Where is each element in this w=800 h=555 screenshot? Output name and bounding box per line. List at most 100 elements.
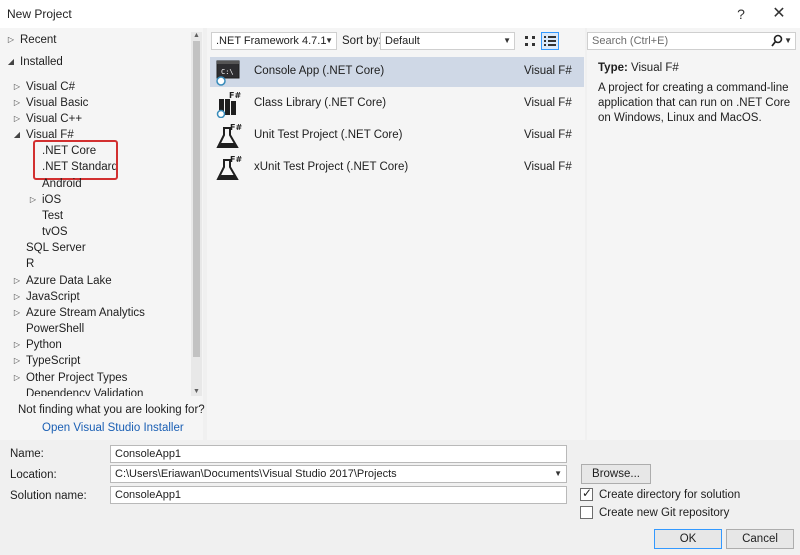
scrollbar-thumb[interactable]	[193, 41, 200, 357]
tree-item-net-core[interactable]: .NET Core	[42, 143, 96, 159]
location-value: C:\Users\Eriawan\Documents\Visual Studio…	[115, 468, 397, 480]
tree-item-azure-stream-analytics[interactable]: ▷ Azure Stream Analytics	[14, 305, 145, 321]
tree-item-python[interactable]: ▷ Python	[14, 337, 62, 353]
template-search-input[interactable]: Search (Ctrl+E) ▼	[587, 32, 796, 50]
chevron-down-icon: ▼	[325, 36, 333, 45]
type-value: Visual F#	[631, 62, 679, 74]
tree-item-label: Dependency Validation	[26, 388, 144, 396]
svg-text:F#: F#	[230, 123, 242, 132]
expand-arrow-icon[interactable]: ▷	[28, 192, 38, 208]
create-git-checkbox[interactable]	[580, 506, 593, 519]
cancel-button[interactable]: Cancel	[726, 529, 794, 549]
svg-text:F#: F#	[229, 91, 241, 100]
collapse-arrow-icon[interactable]: ◢	[6, 54, 16, 70]
unit-test-flask-icon: F#	[216, 123, 242, 148]
template-language: Visual F#	[524, 129, 572, 141]
tree-item-javascript[interactable]: ▷ JavaScript	[14, 289, 80, 305]
expand-arrow-icon[interactable]: ▷	[12, 370, 22, 386]
expand-arrow-icon[interactable]: ▷	[12, 273, 22, 289]
tree-item-label: Visual F#	[26, 129, 74, 141]
tree-item-other-project-types[interactable]: ▷ Other Project Types	[14, 370, 128, 386]
not-finding-text: Not finding what you are looking for?	[18, 404, 205, 416]
window-title: New Project	[7, 7, 72, 21]
expand-arrow-icon[interactable]: ▷	[12, 337, 22, 353]
expand-arrow-icon[interactable]: ▷	[12, 95, 22, 111]
ok-button[interactable]: OK	[654, 529, 722, 549]
tree-item-test[interactable]: Test	[42, 208, 63, 224]
tree-item-typescript[interactable]: ▷ TypeScript	[14, 353, 80, 369]
tree-item-visual-cpp[interactable]: ▷ Visual C++	[14, 111, 82, 127]
tree-item-installed[interactable]: ◢ Installed	[8, 54, 63, 70]
tree-item-label: Azure Data Lake	[26, 275, 112, 287]
chevron-down-icon[interactable]: ▼	[784, 33, 792, 49]
template-row-class-library[interactable]: F# Class Library (.NET Core) Visual F#	[210, 89, 584, 119]
solution-name-input[interactable]: ConsoleApp1	[110, 486, 567, 504]
template-description: A project for creating a command-line ap…	[598, 82, 791, 124]
tree-item-recent[interactable]: ▷ Recent	[8, 32, 57, 48]
svg-text:F#: F#	[230, 155, 242, 164]
framework-select[interactable]: .NET Framework 4.7.1 ▼	[211, 32, 337, 50]
checkmark-icon: ✓	[582, 486, 593, 500]
search-icon[interactable]	[771, 34, 783, 48]
expand-arrow-icon[interactable]: ▷	[6, 32, 16, 48]
list-view-button[interactable]	[541, 32, 559, 50]
expand-arrow-icon[interactable]: ▷	[12, 79, 22, 95]
tree-scrollbar[interactable]: ▲ ▼	[191, 32, 202, 396]
svg-text:C:\: C:\	[221, 68, 234, 76]
project-name-input[interactable]: ConsoleApp1	[110, 445, 567, 463]
expand-arrow-icon[interactable]: ▷	[12, 353, 22, 369]
expand-arrow-icon[interactable]: ▷	[12, 111, 22, 127]
collapse-arrow-icon[interactable]: ◢	[12, 127, 22, 143]
tree-item-visual-basic[interactable]: ▷ Visual Basic	[14, 95, 89, 111]
help-button[interactable]: ?	[728, 4, 754, 24]
sort-by-label: Sort by:	[342, 35, 382, 47]
tree-item-label: Other Project Types	[26, 372, 128, 384]
browse-button[interactable]: Browse...	[581, 464, 651, 484]
chevron-down-icon[interactable]: ▼	[554, 466, 562, 482]
close-button[interactable]: ✕	[766, 4, 792, 24]
class-library-icon: F#	[216, 91, 241, 118]
solution-name-label: Solution name:	[10, 490, 87, 502]
expand-arrow-icon[interactable]: ▷	[12, 305, 22, 321]
tree-item-visual-csharp[interactable]: ▷ Visual C#	[14, 79, 76, 95]
tree-item-visual-fsharp[interactable]: ◢ Visual F#	[14, 127, 74, 143]
sort-by-select[interactable]: Default ▼	[380, 32, 515, 50]
scroll-down-icon[interactable]: ▼	[192, 388, 201, 396]
list-view-icon	[544, 36, 556, 46]
xunit-test-flask-icon: F#	[216, 155, 242, 180]
tree-item-dependency-validation[interactable]: Dependency Validation	[26, 386, 143, 396]
medium-icons-view-button[interactable]	[521, 32, 539, 50]
tree-item-label: Visual Basic	[26, 97, 89, 109]
tree-item-net-standard[interactable]: .NET Standard	[42, 159, 118, 175]
create-directory-checkbox[interactable]: ✓	[580, 486, 593, 501]
tree-item-label: Azure Stream Analytics	[26, 307, 145, 319]
tree-item-label: .NET Core	[42, 145, 97, 157]
create-directory-label: Create directory for solution	[599, 489, 741, 501]
template-row-console-app[interactable]: C:\ Console App (.NET Core) Visual F#	[210, 57, 584, 87]
tree-item-label: tvOS	[42, 226, 68, 238]
tree-item-label: JavaScript	[26, 291, 80, 303]
tree-item-sql-server[interactable]: SQL Server	[26, 240, 86, 256]
tree-item-label: Test	[42, 210, 64, 222]
template-type: Type: Visual F#	[598, 62, 679, 74]
location-input[interactable]: C:\Users\Eriawan\Documents\Visual Studio…	[110, 465, 567, 483]
tree-item-r[interactable]: R	[26, 256, 34, 272]
tree-item-tvos[interactable]: tvOS	[42, 224, 68, 240]
tree-item-label: Installed	[20, 56, 63, 68]
template-row-unit-test[interactable]: F# Unit Test Project (.NET Core) Visual …	[210, 121, 584, 151]
expand-arrow-icon[interactable]: ▷	[12, 289, 22, 305]
template-name: xUnit Test Project (.NET Core)	[254, 161, 409, 173]
tree-item-ios[interactable]: ▷ iOS	[30, 192, 61, 208]
sort-by-value: Default	[385, 35, 420, 47]
template-name: Unit Test Project (.NET Core)	[254, 129, 403, 141]
tree-item-label: Visual C#	[26, 81, 76, 93]
location-label: Location:	[10, 469, 57, 481]
tree-item-powershell[interactable]: PowerShell	[26, 321, 84, 337]
search-placeholder: Search (Ctrl+E)	[592, 35, 669, 47]
open-installer-link[interactable]: Open Visual Studio Installer	[42, 422, 184, 434]
tree-item-android[interactable]: Android	[42, 176, 82, 192]
scroll-up-icon[interactable]: ▲	[192, 32, 201, 40]
template-row-xunit-test[interactable]: F# xUnit Test Project (.NET Core) Visual…	[210, 153, 584, 183]
template-language: Visual F#	[524, 97, 572, 109]
tree-item-azure-data-lake[interactable]: ▷ Azure Data Lake	[14, 273, 112, 289]
